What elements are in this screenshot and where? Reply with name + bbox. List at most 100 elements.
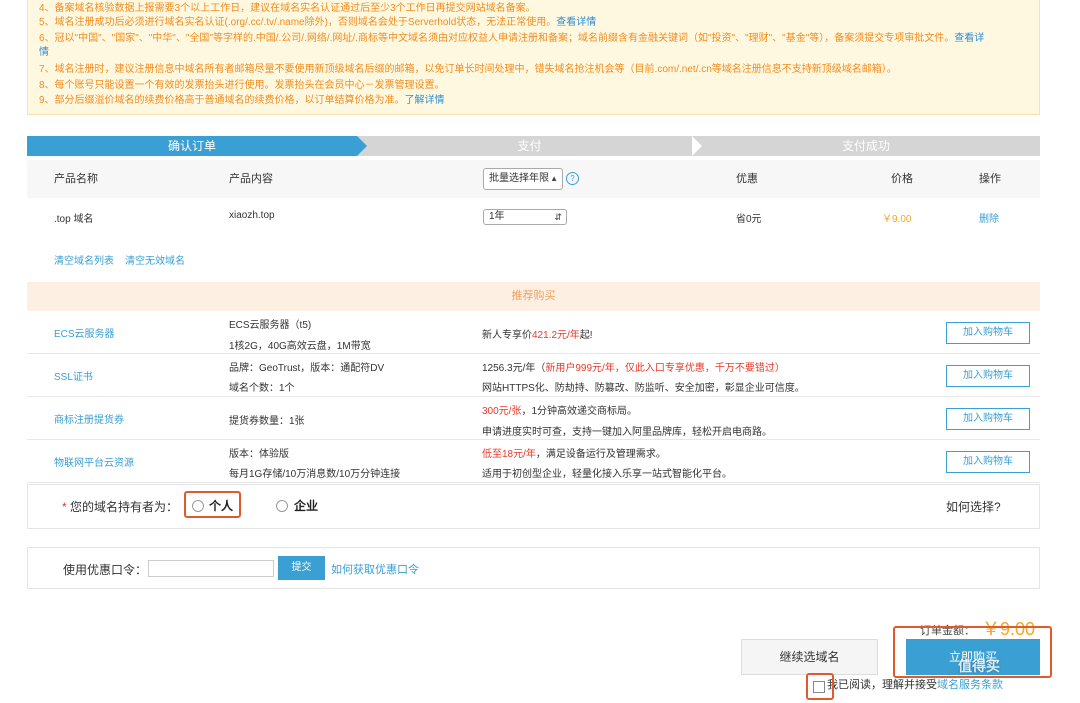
submit-button[interactable]: 提交 <box>278 556 325 580</box>
step-success: 支付成功 <box>692 136 1040 156</box>
desc-text: 1256.3元/年（ <box>482 363 546 374</box>
help-icon[interactable]: ? <box>566 172 579 185</box>
radio-personal-label[interactable]: 个人 <box>209 497 233 514</box>
notice-line-8: 8、每个账号只能设置一个有效的发票抬头进行使用。发票抬头在会员中心－发票管理设置… <box>39 79 445 93</box>
clear-invalid-link[interactable]: 清空无效域名 <box>125 252 185 267</box>
notice-text: 5、域名注册成功后必须进行域名实名认证(.org/.cc/.tv/.name除外… <box>39 17 557 28</box>
order-steps: 支付 支付成功 确认订单 <box>27 136 1040 156</box>
view-details-link[interactable]: 查看详情 <box>556 17 596 28</box>
recommend-desc: 300元/张，1分钟高效递交商标局。 <box>482 402 637 417</box>
row-price: ￥9.00 <box>882 214 912 225</box>
view-details-link-cont[interactable]: 情 <box>39 47 49 58</box>
recommend-name[interactable]: 物联网平台云资源 <box>54 454 134 469</box>
col-product-content: 产品内容 <box>229 173 273 185</box>
required-star: * <box>62 500 67 514</box>
select-caret-icon: ⇵ <box>554 212 562 222</box>
recommend-spec: 版本：体验版 <box>229 449 289 460</box>
col-action: 操作 <box>979 173 1001 185</box>
recommend-desc: 1256.3元/年（新用户999元/年，仅此入口专享优惠，千万不要错过） <box>482 359 785 374</box>
desc-price: 低至18元/年 <box>482 449 536 460</box>
row-product-name: .top 域名 <box>54 214 94 225</box>
step-separator <box>692 136 702 156</box>
notice-line-5: 5、域名注册成功后必须进行域名实名认证(.org/.cc/.tv/.name除外… <box>39 16 596 30</box>
desc-text: 新人专享价 <box>482 330 532 341</box>
recommend-desc: 新人专享价421.2元/年起! <box>482 326 593 341</box>
notice-line-6: 6、冠以"中国"、"国家"、"中华"、"全国"等字样的.中国/.公司/.网络/.… <box>39 32 984 46</box>
view-details-link[interactable]: 查看详 <box>954 33 984 44</box>
how-to-choose-link[interactable]: 如何选择? <box>946 498 1001 515</box>
recommend-spec-2: 域名个数：1个 <box>229 383 295 394</box>
how-to-get-coupon-link[interactable]: 如何获取优惠口令 <box>331 561 419 577</box>
recommend-row-ecs: ECS云服务器 ECS云服务器（t5) 1核2G，40G高效云盘，1M带宽 新人… <box>27 311 1040 354</box>
year-select[interactable]: 1年 ⇵ <box>483 209 567 225</box>
desc-price: 300元/张 <box>482 406 522 417</box>
coupon-label: 使用优惠口令： <box>63 563 148 577</box>
coupon-input[interactable] <box>148 560 274 577</box>
recommend-spec: ECS云服务器（t5) <box>229 320 312 331</box>
add-to-cart-button[interactable]: 加入购物车 <box>946 451 1030 473</box>
recommend-header: 推荐购买 <box>27 282 1040 311</box>
add-to-cart-button[interactable]: 加入购物车 <box>946 322 1030 344</box>
radio-personal[interactable] <box>192 500 204 512</box>
agree-text: 我已阅读，理解并接受 <box>827 679 937 691</box>
recommend-spec-2: 每月1G存储/10万消息数/10万分钟连接 <box>229 469 401 480</box>
recommend-row-trademark: 商标注册提货券 提货券数量：1张 300元/张，1分钟高效递交商标局。 申请进度… <box>27 397 1040 440</box>
recommend-desc: 低至18元/年，满足设备运行及管理需求。 <box>482 445 666 460</box>
notice-line-4: 4、备案域名核验数据上报需要3个以上工作日，建议在域名实名认证通过后至少3个工作… <box>39 2 536 16</box>
continue-select-domain-button[interactable]: 继续选域名 <box>741 639 878 675</box>
batch-year-select[interactable]: 批量选择年限 ▲ <box>483 168 563 190</box>
notice-line-6-cont: 情 <box>39 46 49 60</box>
desc-text: 起! <box>579 330 593 341</box>
recommend-desc-2: 申请进度实时可查，支持一键加入阿里品牌库，轻松开启电商路。 <box>482 427 772 438</box>
add-to-cart-button[interactable]: 加入购物车 <box>946 365 1030 387</box>
col-product-name: 产品名称 <box>54 173 98 185</box>
agreement-text: 我已阅读，理解并接受域名服务条款 <box>813 676 1003 692</box>
delete-link[interactable]: 删除 <box>979 210 999 225</box>
step-confirm: 确认订单 <box>27 136 357 156</box>
batch-year-select-label: 批量选择年限 <box>489 173 549 184</box>
recommend-name[interactable]: ECS云服务器 <box>54 325 115 340</box>
clear-list-link[interactable]: 清空域名列表 <box>54 252 114 267</box>
coupon-section: 使用优惠口令： 提交 如何获取优惠口令 <box>27 547 1040 589</box>
radio-company-label[interactable]: 企业 <box>294 497 318 514</box>
desc-price: 421.2元/年 <box>532 330 580 341</box>
notice-box: 4、备案域名核验数据上报需要3个以上工作日，建议在域名实名认证通过后至少3个工作… <box>27 0 1040 115</box>
recommend-spec-2: 1核2G，40G高效云盘，1M带宽 <box>229 341 371 352</box>
radio-company[interactable] <box>276 500 288 512</box>
step-success-label: 支付成功 <box>841 139 890 153</box>
notice-text: 8、每个账号只能设置一个有效的发票抬头进行使用。发票抬头在会员中心－发票管理设置… <box>39 80 445 91</box>
col-discount: 优惠 <box>736 173 758 185</box>
holder-label-text: 您的域名持有者为： <box>70 500 179 514</box>
recommend-row-ssl: SSL证书 品牌：GeoTrust，版本：通配符DV 域名个数：1个 1256.… <box>27 354 1040 397</box>
recommend-spec: 提货券数量：1张 <box>229 416 305 427</box>
notice-line-9: 9、部分后缀溢价域名的续费价格高于普通域名的续费价格，以订单结算价格为准。了解详… <box>39 94 445 108</box>
desc-text: ，1分钟高效递交商标局。 <box>521 406 638 417</box>
recommend-desc-2: 适用于初创型企业，轻量化接入乐享一站式智能化平台。 <box>482 469 732 480</box>
notice-text: 4、备案域名核验数据上报需要3个以上工作日，建议在域名实名认证通过后至少3个工作… <box>39 3 536 14</box>
recommend-name[interactable]: SSL证书 <box>54 368 93 383</box>
table-header: 产品名称 产品内容 批量选择年限 ▲ ? 优惠 价格 操作 <box>27 160 1040 198</box>
notice-text: 7、域名注册时，建议注册信息中域名所有者邮箱尽量不要使用新顶级域名后缀的邮箱，以… <box>39 64 897 75</box>
step-pay-label: 支付 <box>517 139 542 153</box>
desc-price: 新用户999元/年，仅此入口专享优惠，千万不要错过） <box>545 363 785 374</box>
row-domain: xiaozh.top <box>229 210 275 221</box>
domain-holder-section: * 您的域名持有者为： 个人 企业 如何选择? <box>27 484 1040 529</box>
col-price: 价格 <box>891 173 913 185</box>
year-select-value: 1年 <box>489 211 505 222</box>
holder-label: * 您的域名持有者为： <box>62 498 178 515</box>
learn-more-link[interactable]: 了解详情 <box>405 95 445 106</box>
annotation-frame <box>806 673 834 700</box>
step-arrow <box>357 136 367 156</box>
recommend-row-iot: 物联网平台云资源 版本：体验版 每月1G存储/10万消息数/10万分钟连接 低至… <box>27 440 1040 483</box>
watermark-logo: 值得买 <box>958 658 1000 674</box>
add-to-cart-button[interactable]: 加入购物车 <box>946 408 1030 430</box>
notice-line-7: 7、域名注册时，建议注册信息中域名所有者邮箱尽量不要使用新顶级域名后缀的邮箱，以… <box>39 63 897 77</box>
select-caret-icon: ▲ <box>550 174 558 183</box>
desc-text: ，满足设备运行及管理需求。 <box>535 449 666 460</box>
row-discount: 省0元 <box>736 214 762 225</box>
terms-link[interactable]: 域名服务条款 <box>937 679 1003 691</box>
notice-text: 6、冠以"中国"、"国家"、"中华"、"全国"等字样的.中国/.公司/.网络/.… <box>39 33 955 44</box>
recommend-name[interactable]: 商标注册提货券 <box>54 411 124 426</box>
step-confirm-label: 确认订单 <box>167 139 216 153</box>
notice-text: 9、部分后缀溢价域名的续费价格高于普通域名的续费价格，以订单结算价格为准。 <box>39 95 405 106</box>
